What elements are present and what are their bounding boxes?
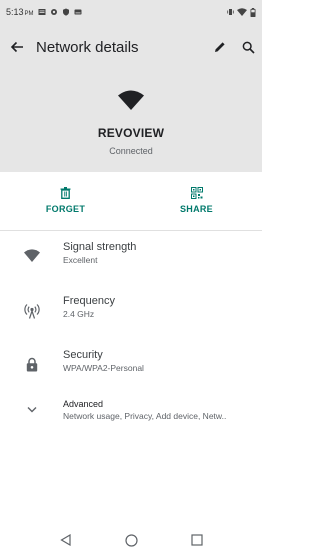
lock-icon bbox=[26, 357, 37, 372]
pencil-icon bbox=[215, 42, 225, 52]
detail-row-frequency: Frequency 2.4 GHz bbox=[0, 295, 262, 335]
triangle-back-icon bbox=[59, 534, 71, 546]
share-label: SHARE bbox=[179, 203, 213, 214]
forget-button[interactable]: FORGET bbox=[0, 172, 131, 228]
qr-code-icon bbox=[190, 186, 203, 199]
detail-value: WPA/WPA2-Personal bbox=[63, 363, 144, 373]
app-bar: Network details bbox=[0, 24, 262, 70]
wifi-status-icon bbox=[237, 8, 247, 16]
nav-home-button[interactable] bbox=[98, 533, 164, 547]
square-recents-icon bbox=[191, 534, 203, 546]
nav-back-button[interactable] bbox=[32, 534, 98, 546]
message-notification-icon bbox=[38, 9, 46, 15]
detail-title: Security bbox=[63, 349, 103, 361]
network-status: Connected bbox=[109, 146, 153, 156]
detail-value: Network usage, Privacy, Add device, Netw… bbox=[63, 411, 227, 421]
back-button[interactable] bbox=[0, 24, 34, 70]
edit-button[interactable] bbox=[206, 24, 234, 70]
detail-value: Excellent bbox=[63, 255, 98, 265]
wifi-large-icon bbox=[118, 90, 144, 110]
wifi-signal-icon bbox=[23, 249, 40, 262]
network-ssid: REVOVIEW bbox=[97, 126, 165, 140]
vibrate-icon bbox=[227, 9, 234, 15]
share-button[interactable]: SHARE bbox=[131, 172, 262, 228]
detail-row-advanced[interactable]: Advanced Network usage, Privacy, Add dev… bbox=[0, 399, 262, 439]
detail-row-signal-strength: Signal strength Excellent bbox=[0, 241, 262, 281]
detail-title: Frequency bbox=[63, 295, 115, 307]
page-title: Network details bbox=[36, 38, 139, 56]
divider bbox=[0, 230, 262, 231]
frequency-antenna-icon bbox=[23, 304, 40, 319]
detail-title: Signal strength bbox=[63, 241, 137, 253]
trash-icon bbox=[60, 186, 71, 199]
shield-notification-icon bbox=[62, 8, 69, 16]
arrow-back-icon bbox=[10, 41, 23, 53]
nav-recents-button[interactable] bbox=[164, 534, 230, 546]
search-icon bbox=[242, 41, 255, 54]
status-ampm: PM bbox=[24, 11, 34, 17]
status-bar: 5:13PM bbox=[0, 0, 262, 24]
circle-home-icon bbox=[124, 533, 138, 547]
detail-value: 2.4 GHz bbox=[63, 309, 95, 319]
detail-row-security: Security WPA/WPA2-Personal bbox=[0, 349, 262, 389]
search-button[interactable] bbox=[234, 24, 262, 70]
battery-icon bbox=[250, 7, 256, 17]
chevron-down-icon bbox=[27, 407, 36, 413]
system-nav-bar bbox=[0, 527, 262, 553]
action-buttons: FORGET SHARE bbox=[0, 172, 262, 228]
network-header: REVOVIEW Connected bbox=[0, 70, 262, 172]
detail-title: Advanced bbox=[63, 399, 104, 409]
forget-label: FORGET bbox=[45, 203, 86, 214]
settings-notification-icon bbox=[50, 9, 57, 15]
keyboard-notification-icon bbox=[74, 9, 82, 15]
status-time: 5:13PM bbox=[6, 7, 34, 17]
